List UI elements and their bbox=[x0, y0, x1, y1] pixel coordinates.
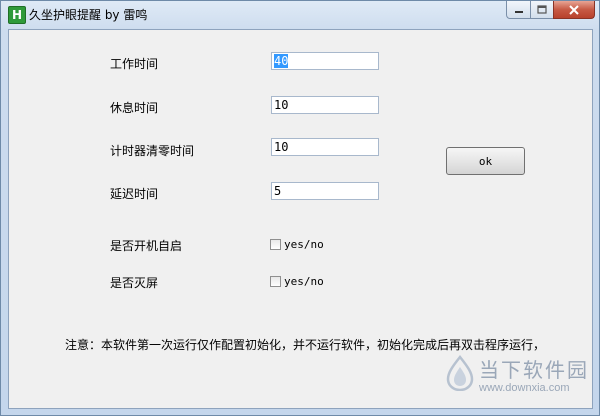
maximize-icon bbox=[537, 5, 547, 14]
work-time-label: 工作时间 bbox=[110, 57, 159, 71]
minimize-icon bbox=[514, 10, 523, 13]
work-time-input[interactable]: 40 bbox=[271, 52, 379, 70]
screen-off-option-label: yes/no bbox=[284, 275, 324, 288]
title-bar[interactable]: H 久坐护眼提醒 by 雷鸣 bbox=[1, 1, 599, 28]
reset-time-input[interactable]: 10 bbox=[271, 138, 379, 156]
autostart-option-label: yes/no bbox=[284, 238, 324, 251]
app-icon: H bbox=[8, 6, 26, 24]
screen-off-label: 是否灭屏 bbox=[110, 276, 159, 290]
delay-time-label: 延迟时间 bbox=[110, 187, 159, 201]
autostart-label: 是否开机自启 bbox=[110, 239, 183, 253]
delay-time-input[interactable]: 5 bbox=[271, 182, 379, 200]
app-window: H 久坐护眼提醒 by 雷鸣 工作时间 40 休息时间 10 计时器清零时间 1… bbox=[0, 0, 600, 416]
reset-time-label: 计时器清零时间 bbox=[110, 144, 195, 158]
watermark-logo-icon bbox=[446, 355, 474, 391]
screen-off-checkbox-row[interactable]: yes/no bbox=[270, 275, 324, 288]
screen-off-checkbox[interactable] bbox=[270, 276, 281, 287]
rest-time-label: 休息时间 bbox=[110, 101, 159, 115]
autostart-checkbox-row[interactable]: yes/no bbox=[270, 238, 324, 251]
minimize-button[interactable] bbox=[506, 1, 531, 19]
close-button[interactable] bbox=[553, 1, 595, 19]
work-time-value: 40 bbox=[274, 54, 289, 68]
maximize-button[interactable] bbox=[530, 1, 554, 19]
ok-button[interactable]: ok bbox=[446, 147, 525, 175]
close-icon bbox=[569, 4, 579, 15]
window-title: 久坐护眼提醒 by 雷鸣 bbox=[29, 8, 148, 22]
dialog-body: 工作时间 40 休息时间 10 计时器清零时间 10 延迟时间 5 ok 是否开… bbox=[8, 29, 593, 409]
autostart-checkbox[interactable] bbox=[270, 239, 281, 250]
note-text: 注意：本软件第一次运行仅作配置初始化，并不运行软件，初始化完成后再双击程序运行， bbox=[65, 338, 546, 352]
watermark-text: 当下软件园 bbox=[479, 358, 589, 382]
watermark-url: www.downxia.com bbox=[479, 382, 570, 394]
rest-time-input[interactable]: 10 bbox=[271, 96, 379, 114]
